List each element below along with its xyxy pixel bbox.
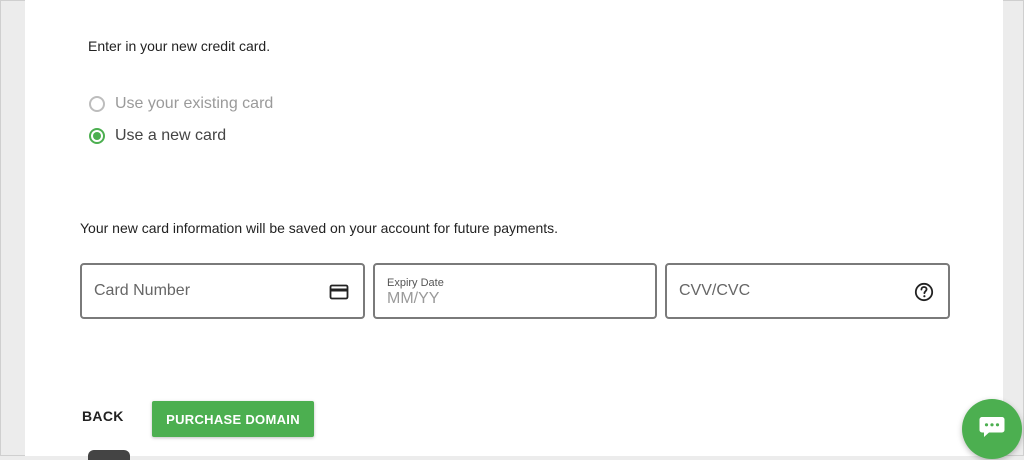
back-button[interactable]: BACK: [82, 408, 124, 424]
chat-bubble-icon: [979, 417, 1005, 437]
expiry-date-field[interactable]: Expiry Date: [373, 263, 657, 319]
radio-new-card-label: Use a new card: [115, 127, 227, 144]
intro-text: Enter in your new credit card.: [88, 38, 271, 54]
radio-existing-card[interactable]: Use your existing card: [89, 95, 273, 113]
purchase-domain-button[interactable]: PURCHASE DOMAIN: [152, 401, 314, 437]
card-number-input[interactable]: [94, 265, 304, 317]
card-number-field[interactable]: [80, 263, 365, 319]
help-circle-icon[interactable]: [914, 282, 934, 302]
radio-existing-card-label: Use your existing card: [115, 95, 274, 112]
cvv-input[interactable]: [679, 265, 889, 317]
bottom-tab-handle: [88, 450, 130, 460]
cvv-field[interactable]: [665, 263, 950, 319]
chat-button[interactable]: [962, 399, 1022, 459]
radio-new-card[interactable]: Use a new card: [89, 127, 226, 145]
save-notice: Your new card information will be saved …: [80, 220, 559, 236]
credit-card-icon: [329, 284, 349, 300]
radio-button-unchecked[interactable]: [89, 96, 105, 112]
expiry-date-input[interactable]: [387, 285, 627, 313]
radio-button-checked[interactable]: [89, 128, 105, 144]
